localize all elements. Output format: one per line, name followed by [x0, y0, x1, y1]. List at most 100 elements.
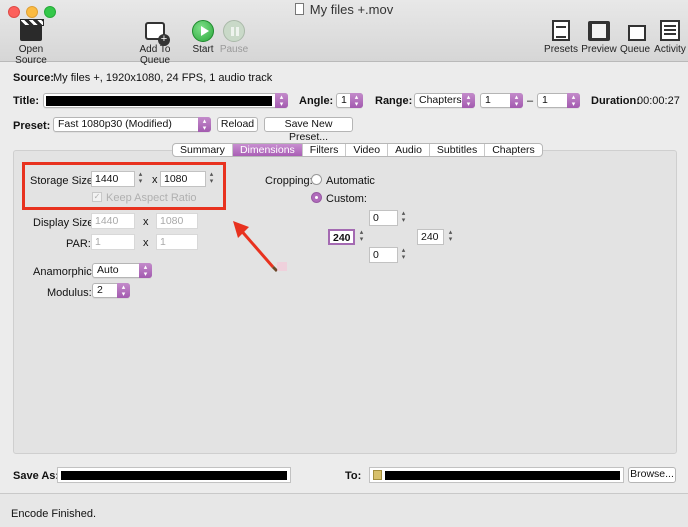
- preset-popup[interactable]: Fast 1080p30 (Modified) ▴ ▾: [53, 117, 211, 132]
- anamorphic-label: Anamorphic:: [33, 266, 95, 278]
- duration-value: 00:00:27: [637, 95, 680, 107]
- add-queue-icon: [145, 22, 170, 46]
- crop-right-stepper[interactable]: ▴ ▾: [446, 229, 455, 245]
- status-bar: Encode Finished.: [0, 493, 688, 527]
- window-title-text: My files +.mov: [309, 2, 394, 17]
- cropping-label: Cropping:: [265, 175, 313, 187]
- preview-icon: [588, 21, 610, 41]
- anamorphic-value: Auto: [97, 264, 119, 276]
- presets-icon: [552, 20, 570, 41]
- add-to-queue-label: Add To Queue: [139, 44, 171, 66]
- range-end-value: 1: [542, 94, 548, 106]
- open-source-button[interactable]: Open Source: [3, 19, 59, 66]
- folder-icon: [373, 470, 382, 480]
- activity-button[interactable]: Activity: [653, 20, 687, 55]
- tab-subtitles[interactable]: Subtitles: [430, 144, 486, 156]
- display-x-separator: x: [143, 216, 149, 228]
- par-width-field[interactable]: 1: [91, 234, 135, 250]
- duration-label: Duration:: [591, 95, 640, 107]
- crop-top-stepper[interactable]: ▴ ▾: [399, 210, 408, 226]
- reload-button[interactable]: Reload: [217, 117, 258, 132]
- tab-chapters[interactable]: Chapters: [485, 144, 542, 156]
- activity-label: Activity: [654, 44, 686, 55]
- crop-right-field[interactable]: 240: [417, 229, 444, 245]
- par-label: PAR:: [66, 238, 91, 250]
- presets-label: Presets: [544, 44, 578, 55]
- crop-left-field[interactable]: 240: [328, 229, 355, 245]
- keep-aspect-label: Keep Aspect Ratio: [106, 192, 197, 204]
- anamorphic-popup[interactable]: Auto ▴ ▾: [92, 263, 152, 278]
- open-source-label: Open Source: [15, 44, 47, 66]
- range-end-popup[interactable]: 1 ▴ ▾: [537, 93, 580, 108]
- popup-chevron-icon: ▴ ▾: [567, 93, 580, 108]
- save-as-label: Save As:: [13, 470, 60, 482]
- storage-height-stepper[interactable]: ▴ ▾: [207, 171, 216, 187]
- queue-button[interactable]: Queue: [620, 20, 650, 55]
- presets-button[interactable]: Presets: [544, 20, 578, 55]
- preset-label: Preset:: [13, 120, 51, 132]
- tab-bar: Summary Dimensions Filters Video Audio S…: [172, 143, 543, 157]
- crop-top-field[interactable]: 0: [369, 210, 398, 226]
- toolbar: My files +.mov Open Source Add To Queue …: [0, 0, 688, 66]
- popup-chevron-icon: ▴ ▾: [198, 117, 211, 132]
- tab-summary[interactable]: Summary: [173, 144, 233, 156]
- browse-button[interactable]: Browse...: [628, 467, 676, 483]
- range-type-value: Chapters: [419, 94, 462, 106]
- storage-height-field[interactable]: 1080: [160, 171, 206, 187]
- display-height-field[interactable]: 1080: [156, 213, 198, 229]
- crop-custom-radio[interactable]: [311, 192, 322, 203]
- range-start-value: 1: [485, 94, 491, 106]
- activity-icon: [660, 20, 680, 41]
- display-size-label: Display Size:: [33, 217, 97, 229]
- crop-bottom-stepper[interactable]: ▴ ▾: [399, 247, 408, 263]
- range-dash: –: [527, 95, 534, 107]
- preview-button[interactable]: Preview: [581, 20, 617, 55]
- crop-left-stepper[interactable]: ▴ ▾: [357, 229, 366, 245]
- queue-icon: [624, 21, 646, 41]
- document-icon: [294, 3, 304, 15]
- display-width-field[interactable]: 1440: [91, 213, 135, 229]
- popup-chevron-icon: ▴ ▾: [275, 93, 288, 108]
- pause-icon: [223, 20, 245, 42]
- tab-audio[interactable]: Audio: [388, 144, 430, 156]
- popup-chevron-icon: ▴ ▾: [510, 93, 523, 108]
- annotation-arrow-icon: [233, 221, 287, 273]
- pause-button[interactable]: Pause: [219, 20, 249, 55]
- keep-aspect-checkbox[interactable]: ✓: [92, 192, 102, 202]
- range-start-popup[interactable]: 1 ▴ ▾: [480, 93, 523, 108]
- save-new-preset-button[interactable]: Save New Preset...: [264, 117, 353, 143]
- start-button[interactable]: Start: [189, 20, 217, 55]
- angle-value: 1: [341, 94, 347, 106]
- popup-chevron-icon: ▴ ▾: [117, 283, 130, 298]
- status-text: Encode Finished.: [11, 508, 96, 520]
- par-height-field[interactable]: 1: [156, 234, 198, 250]
- title-popup[interactable]: ▴ ▾: [43, 93, 288, 108]
- source-value: My files +, 1920x1080, 24 FPS, 1 audio t…: [53, 72, 273, 84]
- storage-width-stepper[interactable]: ▴ ▾: [136, 171, 145, 187]
- source-label: Source:: [13, 72, 54, 84]
- storage-width-field[interactable]: 1440: [91, 171, 135, 187]
- destination-field[interactable]: [369, 467, 624, 483]
- modulus-popup[interactable]: 2 ▴ ▾: [92, 283, 130, 298]
- to-label: To:: [345, 470, 362, 482]
- crop-bottom-field[interactable]: 0: [369, 247, 398, 263]
- angle-popup[interactable]: 1 ▴ ▾: [336, 93, 363, 108]
- range-label: Range:: [375, 95, 413, 107]
- popup-chevron-icon: ▴ ▾: [350, 93, 363, 108]
- tab-filters[interactable]: Filters: [303, 144, 347, 156]
- range-type-popup[interactable]: Chapters ▴ ▾: [414, 93, 475, 108]
- tab-dimensions[interactable]: Dimensions: [232, 144, 303, 156]
- crop-automatic-radio[interactable]: [311, 174, 322, 185]
- tab-video[interactable]: Video: [346, 144, 389, 156]
- title-label: Title:: [13, 95, 40, 107]
- save-as-field[interactable]: [57, 467, 291, 483]
- window-title: My files +.mov: [0, 2, 688, 17]
- redacted-title: [46, 96, 272, 106]
- redacted-destination: [385, 471, 620, 480]
- add-to-queue-button[interactable]: Add To Queue: [124, 20, 186, 66]
- preset-value: Fast 1080p30 (Modified): [58, 118, 172, 130]
- crop-automatic-label: Automatic: [326, 175, 375, 187]
- clapperboard-icon: [20, 19, 44, 41]
- crop-custom-label: Custom:: [326, 193, 367, 205]
- play-icon: [192, 20, 214, 42]
